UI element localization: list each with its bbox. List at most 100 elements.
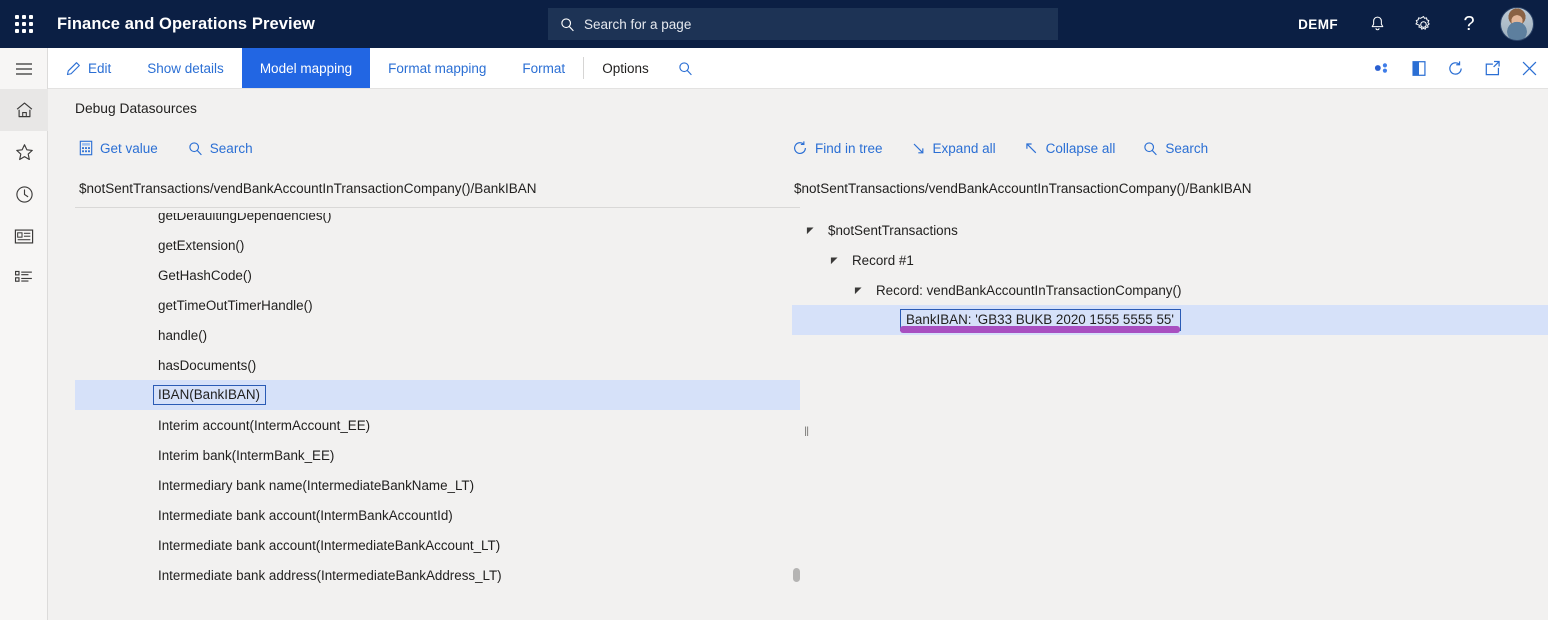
list-item[interactable]: GetHashCode() xyxy=(75,260,800,290)
list-item-label: Intermediate bank account(IntermediateBa… xyxy=(158,538,500,553)
show-details-button[interactable]: Show details xyxy=(129,48,242,88)
attach-icon xyxy=(1373,61,1391,75)
search-icon xyxy=(560,17,575,32)
popout-button[interactable] xyxy=(1474,48,1511,88)
calculator-icon xyxy=(79,140,93,156)
tab-format-mapping[interactable]: Format mapping xyxy=(370,48,504,88)
list-item-label: Interim account(IntermAccount_EE) xyxy=(158,418,370,433)
collapse-all-label: Collapse all xyxy=(1046,141,1116,156)
datasources-search-label: Search xyxy=(210,141,253,156)
tree-path: $notSentTransactions/vendBankAccountInTr… xyxy=(792,181,1548,208)
app-header: Finance and Operations Preview Search fo… xyxy=(0,0,1548,48)
chevron-expanded-icon[interactable] xyxy=(804,224,817,237)
sidebar-item-home[interactable] xyxy=(0,89,48,131)
list-item[interactable]: getDefaultingDependencies() xyxy=(75,213,800,230)
datasource-tree: $notSentTransactions Record #1 Record: v… xyxy=(792,215,1548,335)
sidebar-item-workspaces[interactable] xyxy=(0,215,48,257)
list-icon xyxy=(14,269,34,287)
sidebar-item-favorites[interactable] xyxy=(0,131,48,173)
main-content: Debug Datasources Get value Search $notS… xyxy=(48,89,1548,620)
tree-toolbar: Find in tree Expand all Collapse all Sea… xyxy=(792,133,1548,163)
expand-all-button[interactable]: Expand all xyxy=(911,141,996,156)
app-title: Finance and Operations Preview xyxy=(57,15,315,34)
edit-button[interactable]: Edit xyxy=(48,48,129,88)
search-icon xyxy=(1143,141,1158,156)
list-item[interactable]: getExtension() xyxy=(75,230,800,260)
tab-format[interactable]: Format xyxy=(504,48,583,88)
help-button[interactable]: ? xyxy=(1446,0,1492,48)
get-value-label: Get value xyxy=(100,141,158,156)
datasources-toolbar: Get value Search xyxy=(75,133,800,163)
collapse-all-button[interactable]: Collapse all xyxy=(1024,141,1116,156)
list-item[interactable]: Intermediary bank name(IntermediateBankN… xyxy=(75,470,800,500)
list-item-label: Intermediate bank address(IntermediateBa… xyxy=(158,568,502,583)
find-in-tree-button[interactable]: Find in tree xyxy=(792,140,883,156)
list-item[interactable]: Intermediate bank account(IntermBankAcco… xyxy=(75,500,800,530)
page-search-box[interactable]: Search for a page xyxy=(548,8,1058,40)
datasources-list[interactable]: getDefaultingDependencies() getExtension… xyxy=(75,213,800,618)
pencil-icon xyxy=(66,61,81,76)
refresh-icon xyxy=(1447,60,1464,77)
clock-icon xyxy=(15,185,34,204)
get-value-button[interactable]: Get value xyxy=(79,140,158,156)
list-item[interactable]: handle() xyxy=(75,320,800,350)
tree-item[interactable]: $notSentTransactions xyxy=(792,215,1548,245)
list-item[interactable]: getTimeOutTimerHandle() xyxy=(75,290,800,320)
hamburger-icon xyxy=(15,62,33,76)
chevron-expanded-icon[interactable] xyxy=(828,254,841,267)
open-in-new-window-button[interactable] xyxy=(1400,48,1437,88)
notifications-button[interactable] xyxy=(1354,0,1400,48)
tree-item[interactable]: Record #1 xyxy=(792,245,1548,275)
tree-item-label: $notSentTransactions xyxy=(828,223,958,238)
command-bar-search-button[interactable] xyxy=(667,48,705,88)
star-icon xyxy=(15,143,34,161)
tree-item-label: Record #1 xyxy=(852,253,914,268)
refresh-circle-icon xyxy=(792,140,808,156)
datasources-list-inner: getDefaultingDependencies() getExtension… xyxy=(75,213,800,590)
app-launcher-button[interactable] xyxy=(0,0,48,48)
popout-icon xyxy=(1484,60,1501,76)
tab-model-mapping[interactable]: Model mapping xyxy=(242,48,370,88)
header-right-cluster: DEMF ? xyxy=(1282,0,1548,48)
sidebar-item-recent[interactable] xyxy=(0,173,48,215)
home-icon xyxy=(15,101,34,119)
list-item[interactable]: Intermediate bank address(IntermediateBa… xyxy=(75,560,800,590)
close-button[interactable] xyxy=(1511,48,1548,88)
list-item-selected[interactable]: IBAN(BankIBAN) xyxy=(75,380,800,410)
gear-icon xyxy=(1414,15,1433,34)
question-mark-icon: ? xyxy=(1463,14,1474,34)
tree-search-label: Search xyxy=(1165,141,1208,156)
list-item-label: Intermediary bank name(IntermediateBankN… xyxy=(158,478,474,493)
list-item-label: getDefaultingDependencies() xyxy=(158,213,331,223)
list-item[interactable]: Intermediate bank account(IntermediateBa… xyxy=(75,530,800,560)
list-item[interactable]: hasDocuments() xyxy=(75,350,800,380)
user-avatar[interactable] xyxy=(1500,7,1534,41)
chevron-expanded-icon[interactable] xyxy=(852,284,865,297)
tree-search-button[interactable]: Search xyxy=(1143,141,1208,156)
tree-item[interactable]: Record: vendBankAccountInTransactionComp… xyxy=(792,275,1548,305)
datasources-search-button[interactable]: Search xyxy=(188,141,253,156)
command-bar: Edit Show details Model mapping Format m… xyxy=(48,48,1548,89)
open-in-new-window-icon xyxy=(1411,60,1427,77)
hamburger-menu-button[interactable] xyxy=(0,48,48,89)
options-button[interactable]: Options xyxy=(584,48,667,88)
company-selector[interactable]: DEMF xyxy=(1282,17,1354,32)
workspace-icon xyxy=(14,228,34,245)
list-item[interactable]: Interim bank(IntermBank_EE) xyxy=(75,440,800,470)
sidebar-item-modules[interactable] xyxy=(0,257,48,299)
list-item-label: Interim bank(IntermBank_EE) xyxy=(158,448,334,463)
datasources-path: $notSentTransactions/vendBankAccountInTr… xyxy=(75,181,800,208)
find-in-tree-label: Find in tree xyxy=(815,141,883,156)
purple-underline-highlight xyxy=(900,326,1180,333)
refresh-button[interactable] xyxy=(1437,48,1474,88)
attach-button[interactable] xyxy=(1363,48,1400,88)
list-item-label: IBAN(BankIBAN) xyxy=(153,385,266,405)
list-item-label: handle() xyxy=(158,328,207,343)
list-item-label: getTimeOutTimerHandle() xyxy=(158,298,313,313)
edit-label: Edit xyxy=(88,61,111,76)
list-item-label: GetHashCode() xyxy=(158,268,252,283)
settings-button[interactable] xyxy=(1400,0,1446,48)
list-item[interactable]: Interim account(IntermAccount_EE) xyxy=(75,410,800,440)
datasources-pane: Get value Search $notSentTransactions/ve… xyxy=(75,133,800,620)
page-title: Debug Datasources xyxy=(75,101,197,116)
